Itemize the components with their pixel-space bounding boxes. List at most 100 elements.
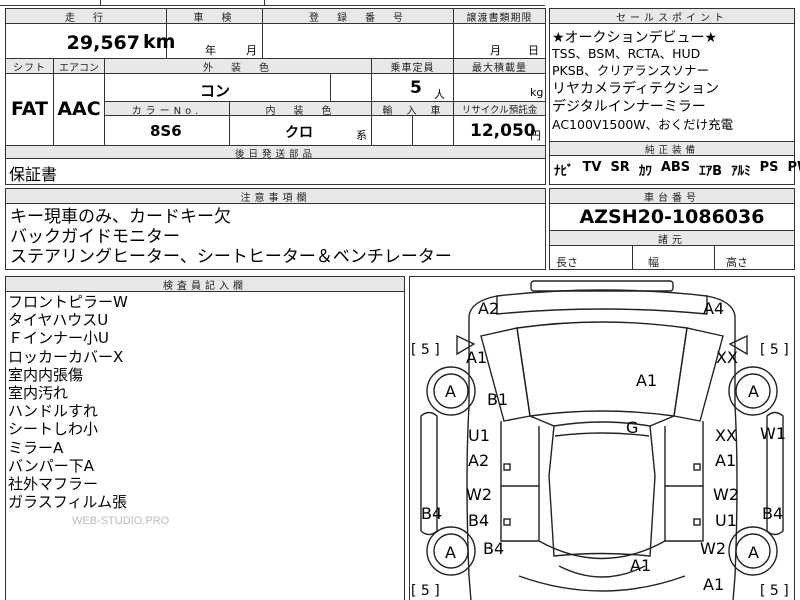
mileage-header: 走 行 (6, 9, 166, 24)
mark-l-front-door-lower: A2 (468, 451, 490, 470)
inspection-month-unit: 月 (246, 44, 257, 57)
shift-header: シフト (6, 59, 53, 74)
sales-point-line: TSS、BSM、RCTA、HUD (552, 46, 701, 61)
equipment-item: ｱﾙﾐ (731, 164, 751, 179)
inspector-line: 社外マフラー (8, 475, 99, 494)
notes-line: キー現車のみ、カードキー欠 (10, 207, 231, 227)
mark-rear-bumper-right: A1 (703, 575, 725, 594)
recycle-unit: 円 (530, 129, 541, 142)
chassis-header: 車台番号 (550, 189, 794, 204)
tire-depth-rl: [ 5 ] (411, 583, 440, 599)
equipment-item: PW (787, 160, 800, 175)
chassis-value: AZSH20-1086036 (579, 206, 765, 228)
mark-r-rear-door-lower: U1 (715, 511, 737, 530)
inspector-line: シートしわ小 (8, 420, 99, 439)
equipment-list: ﾅﾋﾞ TV SR ｶﾜ ABS ｴｱB ｱﾙﾐ PS PW (554, 160, 800, 179)
mark-r-rear-door-upper: W2 (713, 485, 739, 504)
reg-number-header: 登 録 番 号 (263, 9, 453, 24)
inspector-line: ガラスフィルム張 (8, 493, 128, 512)
inspector-line: ハンドルすれ (8, 402, 99, 421)
equipment-item: ABS (660, 160, 691, 175)
recycle-header: リサイクル預託金 (454, 102, 545, 116)
inspector-line: ミラーA (8, 438, 64, 457)
inspection-year-unit: 年 (205, 44, 216, 57)
interior-color-header: 内 装 色 (230, 102, 371, 117)
mark-l-rocker: B4 (421, 504, 443, 523)
mark-rl-tire: A (445, 543, 456, 562)
transfer-day-unit: 日 (528, 44, 539, 57)
tire-depth-fr: [ 5 ] (760, 342, 789, 358)
mark-fr-corner: A4 (703, 299, 725, 318)
inspector-list: フロントピラーW タイヤハウスU Ｆインナー小U ロッカーカバーX 室内内張傷 … (8, 293, 128, 511)
capacity-value: 5 (410, 78, 422, 98)
max-load-header: 最大積載量 (454, 59, 545, 74)
inspector-line: タイヤハウスU (8, 311, 109, 330)
import-header: 輸 入 車 (372, 102, 453, 117)
sales-point-line: ★オークションデビュー★ (552, 30, 718, 46)
equipment-item: ｶﾜ (638, 164, 652, 179)
mileage-unit: km (143, 31, 176, 53)
mark-l-pillar: B1 (487, 390, 509, 409)
exterior-color-header: 外 装 色 (105, 59, 371, 74)
sales-point-line: AC100V1500W、おくだけ充電 (552, 117, 734, 132)
mark-l-rear-fender: B4 (483, 539, 505, 558)
mark-l-rear-door-lower: B4 (468, 511, 490, 530)
notes-list: キー現車のみ、カードキー欠 バックガイドモニター ステアリングヒーター、シートヒ… (10, 207, 452, 267)
tire-depth-fl: [ 5 ] (411, 342, 440, 358)
sales-point-line: PKSB、クリアランスソナー (552, 63, 709, 78)
max-load-unit: kg (530, 86, 544, 99)
dims-width: 幅 (648, 256, 659, 269)
inspector-line: フロントピラーW (8, 293, 128, 311)
inspector-line: バンパー下A (8, 456, 95, 475)
equipment-item: TV (582, 160, 602, 175)
inspector-header: 検査員記入欄 (6, 277, 404, 292)
dims-length: 長さ (556, 256, 578, 269)
sales-point-line: リヤカメラディテクション (552, 81, 720, 97)
notes-line: ステアリングヒーター、シートヒーター＆ベンチレーター (10, 247, 452, 267)
mark-l-fender: A1 (466, 348, 488, 367)
mark-r-front-door-lower: A1 (715, 451, 737, 470)
mark-r-side: W1 (760, 424, 786, 443)
mark-fl-corner: A2 (478, 299, 500, 318)
capacity-unit: 人 (434, 88, 445, 101)
equipment-item: ﾅﾋﾞ (554, 164, 574, 179)
inspector-line: ロッカーカバーX (8, 347, 124, 366)
inspection-header: 車 検 (167, 9, 262, 24)
inspector-line: Ｆインナー小U (8, 329, 109, 348)
mark-fl-tire: A (445, 382, 456, 401)
notes-line: バックガイドモニター (10, 227, 180, 247)
mark-l-front-door-upper: U1 (468, 426, 490, 445)
color-no-value: 8S6 (150, 122, 182, 140)
aircon-value: AAC (57, 98, 101, 120)
mark-rr-tire: A (748, 543, 759, 562)
mark-r-rear-fender: W2 (700, 539, 726, 558)
shift-value: FAT (11, 98, 48, 120)
top-cut-strip (0, 0, 545, 6)
recycle-value: 12,050 (470, 121, 536, 141)
mark-fr-tire: A (748, 382, 759, 401)
watermark: WEB-STUDIO.PRO (72, 515, 170, 527)
top-cut-cell (100, 0, 265, 6)
inspector-line: 室内汚れ (8, 384, 69, 403)
mark-r-rocker: B4 (762, 504, 784, 523)
equipment-item: ｴｱB (699, 164, 723, 179)
sales-point-line: デジタルインナーミラー (552, 99, 706, 115)
equipment-item: SR (610, 160, 630, 175)
aircon-header: エアコン (54, 59, 104, 74)
mark-hood: A1 (636, 371, 658, 390)
inspector-line: 室内内張傷 (8, 365, 84, 384)
later-parts-value: 保証書 (9, 165, 58, 184)
interior-color-suffix: 系 (356, 129, 367, 142)
dims-header: 諸元 (550, 231, 794, 246)
notes-header: 注意事項欄 (6, 189, 545, 204)
capacity-header: 乗車定員 (372, 59, 453, 74)
mark-r-fender: XX (716, 348, 738, 367)
mark-l-rear-door-upper: W2 (466, 485, 492, 504)
later-parts-header: 後日発送部品 (6, 146, 545, 160)
equipment-item: PS (759, 160, 779, 175)
equipment-header: 純正装備 (550, 142, 794, 156)
sales-point-header: セールスポイント (550, 9, 794, 24)
transfer-month-unit: 月 (490, 44, 501, 57)
mark-roof: G (626, 418, 639, 437)
transfer-deadline-header: 譲渡書類期限 (454, 9, 545, 24)
